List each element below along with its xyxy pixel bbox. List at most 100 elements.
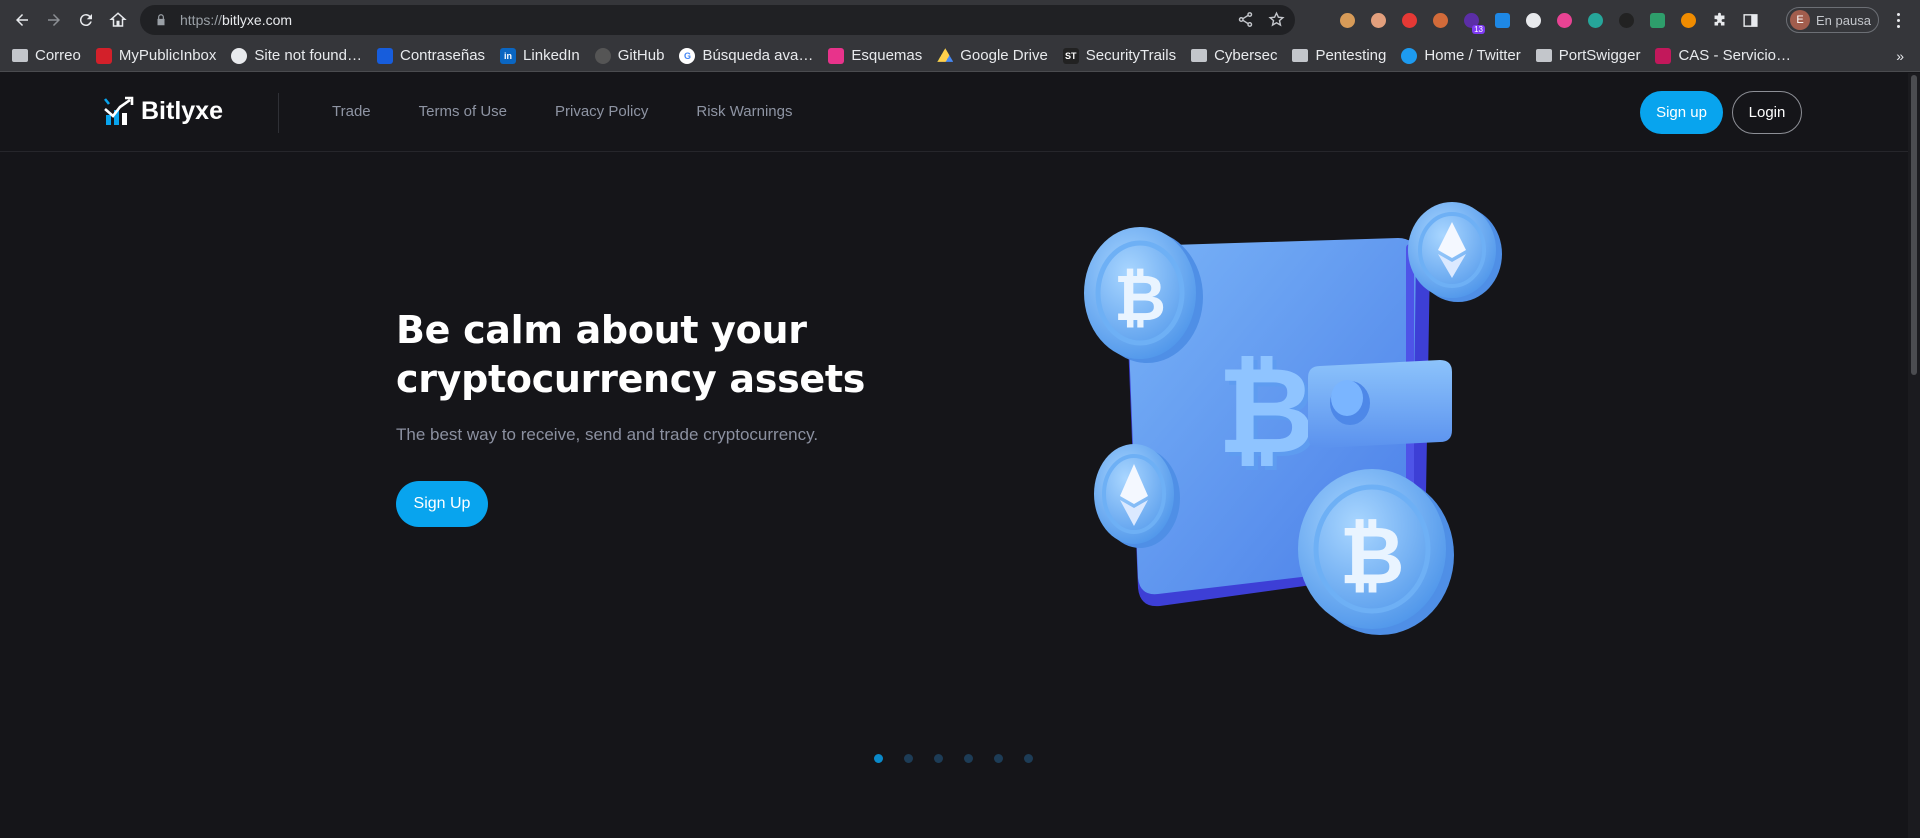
bookmark-correo[interactable]: Correo	[12, 47, 81, 64]
bookmark-label: MyPublicInbox	[118, 47, 217, 64]
ninja-extension-icon[interactable]	[1614, 8, 1638, 32]
folder-icon	[1292, 49, 1309, 62]
login-button[interactable]: Login	[1732, 91, 1802, 134]
site-logo[interactable]: Bitlyxe	[103, 95, 223, 127]
wappalyzer-icon[interactable]	[1521, 8, 1545, 32]
signup-button[interactable]: Sign up	[1640, 91, 1723, 134]
bookmark-portswigger[interactable]: PortSwigger	[1535, 47, 1640, 64]
bookmarks-bar: Correo MyPublicInbox Site not found… Con…	[0, 40, 1920, 72]
teal-extension-icon[interactable]	[1583, 8, 1607, 32]
cookie-editor-icon[interactable]	[1428, 8, 1452, 32]
purple-extension-icon[interactable]: 13	[1459, 8, 1485, 34]
bookmark-cas[interactable]: CAS - Servicio…	[1655, 47, 1791, 64]
bookmark-busqueda[interactable]: G Búsqueda ava…	[679, 47, 813, 64]
bookmark-securitytrails[interactable]: ST SecurityTrails	[1062, 47, 1177, 64]
crypto-wallet-illustration: ₿ ₿ ₿ ₿	[1084, 202, 1502, 635]
nav-risk-warnings[interactable]: Risk Warnings	[696, 103, 792, 120]
bookmark-pentesting[interactable]: Pentesting	[1292, 47, 1386, 64]
url-host: bitlyxe.com	[222, 12, 293, 28]
orange-extension-icon[interactable]	[1676, 8, 1700, 32]
bookmark-mypublicinbox[interactable]: MyPublicInbox	[95, 47, 217, 64]
globe-icon	[231, 47, 248, 64]
mypublicinbox-icon	[95, 47, 112, 64]
google-drive-icon	[937, 48, 954, 62]
chart-arrow-logo-icon	[103, 96, 134, 125]
svg-text:₿: ₿	[1114, 262, 1166, 336]
scrollbar-thumb[interactable]	[1911, 75, 1917, 375]
bookmark-star-icon[interactable]	[1268, 11, 1285, 28]
page-scrollbar[interactable]	[1908, 73, 1920, 838]
twitter-icon	[1401, 47, 1418, 64]
profile-button[interactable]: E En pausa	[1786, 7, 1879, 33]
bitwarden-icon	[376, 47, 393, 64]
bookmark-label: Site not found…	[254, 47, 362, 64]
reload-button[interactable]	[70, 4, 102, 36]
red-extension-icon[interactable]	[1397, 8, 1421, 32]
carousel-dot[interactable]	[1024, 754, 1033, 763]
site-header: Bitlyxe Trade Terms of Use Privacy Polic…	[0, 73, 1908, 152]
google-icon: G	[679, 47, 696, 64]
avatar: E	[1790, 10, 1810, 30]
back-button[interactable]	[6, 4, 38, 36]
puzzle-icon[interactable]	[1707, 8, 1731, 32]
carousel-dots	[874, 754, 1033, 763]
folder-icon	[1535, 49, 1552, 62]
more-bookmarks-button[interactable]: »	[1896, 48, 1904, 64]
bookmark-google-drive[interactable]: Google Drive	[937, 47, 1048, 64]
esquemas-icon	[828, 47, 845, 64]
bookmark-github[interactable]: GitHub	[594, 47, 665, 64]
carousel-dot[interactable]	[904, 754, 913, 763]
bookmark-label: CAS - Servicio…	[1678, 47, 1791, 64]
bookmark-label: Pentesting	[1315, 47, 1387, 64]
hero-signup-button[interactable]: Sign Up	[396, 481, 488, 527]
bookmark-twitter[interactable]: Home / Twitter	[1401, 47, 1521, 64]
bookmark-label: Búsqueda ava…	[702, 47, 814, 64]
green-extension-icon[interactable]	[1645, 8, 1669, 32]
share-icon[interactable]	[1237, 11, 1254, 28]
bookmark-site-not-found[interactable]: Site not found…	[231, 47, 362, 64]
profile-status: En pausa	[1816, 12, 1871, 28]
bookmark-label: Google Drive	[960, 47, 1048, 64]
carousel-dot[interactable]	[874, 754, 883, 763]
brand-name: Bitlyxe	[141, 96, 223, 125]
face-extension-icon[interactable]	[1366, 8, 1390, 32]
url-scheme: https://	[180, 12, 223, 28]
browser-toolbar: https://bitlyxe.com 13 E En pausa	[0, 0, 1920, 40]
home-icon	[109, 12, 127, 27]
bookmark-label: SecurityTrails	[1085, 47, 1177, 64]
arrow-right-icon	[48, 14, 60, 26]
extension-badge: 13	[1472, 25, 1485, 34]
side-panel-icon[interactable]	[1738, 8, 1762, 32]
bookmark-label: LinkedIn	[523, 47, 580, 64]
securitytrails-icon: ST	[1062, 47, 1079, 64]
shield-extension-icon[interactable]	[1490, 8, 1514, 32]
carousel-dot[interactable]	[964, 754, 973, 763]
bookmark-label: Esquemas	[851, 47, 923, 64]
page-content: Bitlyxe Trade Terms of Use Privacy Polic…	[0, 73, 1908, 838]
nav-terms-of-use[interactable]: Terms of Use	[419, 103, 507, 120]
bookmark-esquemas[interactable]: Esquemas	[828, 47, 922, 64]
bookmark-label: GitHub	[617, 47, 665, 64]
hero-title-line-2: cryptocurrency assets	[396, 357, 866, 401]
pink-extension-icon[interactable]	[1552, 8, 1576, 32]
forward-button[interactable]	[38, 4, 70, 36]
hero-title-line-1: Be calm about your	[396, 308, 807, 352]
nav-privacy-policy[interactable]: Privacy Policy	[555, 103, 648, 120]
home-button[interactable]	[102, 4, 134, 36]
bookmark-cybersec[interactable]: Cybersec	[1191, 47, 1277, 64]
cookie-extension-icon[interactable]	[1335, 8, 1359, 32]
svg-text:₿: ₿	[1217, 342, 1315, 481]
folder-icon	[12, 49, 28, 62]
github-icon	[594, 47, 611, 64]
carousel-dot[interactable]	[934, 754, 943, 763]
address-bar[interactable]: https://bitlyxe.com	[140, 5, 1295, 35]
nav-trade[interactable]: Trade	[332, 103, 371, 120]
bookmark-contrasenas[interactable]: Contraseñas	[376, 47, 485, 64]
extensions-bar: 13	[1335, 8, 1762, 34]
hero-subtitle: The best way to receive, send and trade …	[396, 425, 819, 444]
browser-menu-icon[interactable]	[1888, 10, 1908, 30]
linkedin-icon: in	[500, 47, 517, 64]
bookmark-linkedin[interactable]: in LinkedIn	[500, 47, 580, 64]
lock-icon	[157, 14, 165, 26]
carousel-dot[interactable]	[994, 754, 1003, 763]
